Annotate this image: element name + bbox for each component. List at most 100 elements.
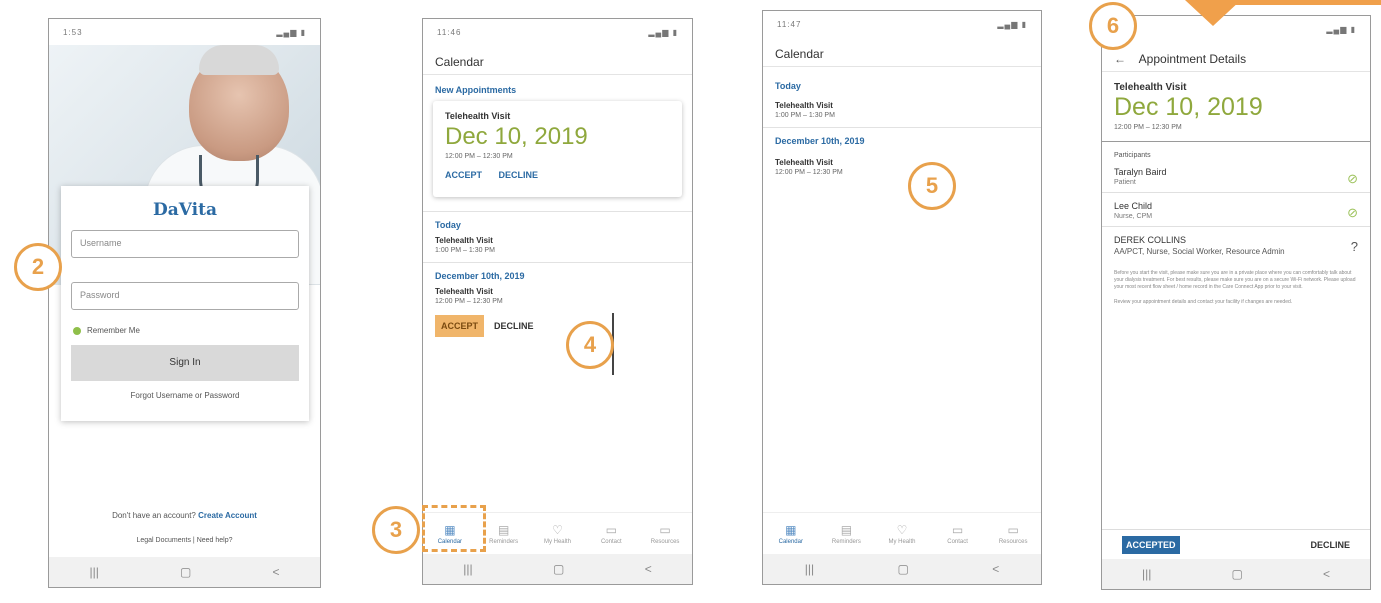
system-nav-bar: ||| ▢ <	[763, 554, 1041, 584]
tab-contact[interactable]: ▭ Contact	[933, 523, 983, 545]
tab-contact[interactable]: ▭ Contact	[586, 523, 636, 545]
participant-row: Taralyn Baird Patient ⊘	[1102, 159, 1370, 193]
status-bar: 1:53 ▂▄▆ ▮	[49, 19, 320, 45]
chat-icon: ▭	[951, 522, 964, 537]
status-icons: ▂▄▆ ▮	[997, 19, 1027, 29]
annotation-arrow-icon	[1185, 0, 1241, 26]
review-note: Review your appointment details and cont…	[1114, 299, 1293, 305]
recent-apps-icon[interactable]: |||	[90, 565, 99, 579]
back-icon[interactable]: <	[992, 562, 999, 576]
step-badge-4: 4	[566, 321, 614, 369]
create-account-link[interactable]: Create Account	[198, 511, 257, 520]
list-item[interactable]: Telehealth Visit 12:00 PM – 12:30 PM	[423, 287, 692, 305]
date-header: December 10th, 2019	[775, 136, 865, 146]
reminders-icon: ▤	[498, 522, 510, 537]
tab-resources[interactable]: ▭ Resources	[988, 523, 1038, 545]
home-icon[interactable]: ▢	[553, 562, 564, 576]
resources-icon: ▭	[1007, 522, 1019, 537]
status-icons: ▂▄▆ ▮	[276, 27, 306, 37]
list-item[interactable]: Telehealth Visit 1:00 PM – 1:30 PM	[423, 236, 692, 254]
remember-me-toggle[interactable]: Remember Me	[73, 326, 297, 335]
appointment-time: 12:00 PM – 12:30 PM	[1114, 124, 1182, 131]
accept-button-highlighted[interactable]: ACCEPT	[435, 315, 485, 337]
step-badge-5: 5	[908, 162, 956, 210]
legal-documents-link[interactable]: Legal Documents	[136, 537, 190, 544]
remember-me-label: Remember Me	[87, 326, 140, 335]
tab-my-health[interactable]: ♡ My Health	[877, 523, 927, 545]
bottom-tab-bar: ▦ Calendar ▤ Reminders ♡ My Health ▭ Contact…	[763, 512, 1041, 554]
response-buttons: ACCEPTED DECLINE	[1102, 529, 1370, 559]
recent-apps-icon[interactable]: |||	[805, 562, 814, 576]
step-badge-2: 2	[14, 243, 62, 291]
decline-button[interactable]: DECLINE	[499, 170, 539, 180]
resources-icon: ▭	[659, 522, 671, 537]
calendar-icon: ▦	[785, 522, 797, 537]
visit-instructions: Before you start the visit, please make …	[1114, 270, 1356, 290]
recent-apps-icon[interactable]: |||	[463, 562, 472, 576]
accepted-check-icon: ⊘	[1347, 205, 1358, 220]
forgot-credentials-link[interactable]: Forgot Username or Password	[61, 391, 309, 400]
tab-my-health[interactable]: ♡ My Health	[532, 523, 582, 545]
accept-button[interactable]: ACCEPT	[445, 170, 482, 180]
system-nav-bar: ||| ▢ <	[1102, 559, 1370, 589]
status-bar: 11:47 ▂▄▆ ▮	[763, 11, 1041, 37]
back-icon[interactable]: <	[272, 565, 279, 579]
today-header: Today	[435, 220, 461, 230]
need-help-link[interactable]: Need help?	[197, 537, 233, 544]
recent-apps-icon[interactable]: |||	[1142, 567, 1151, 581]
participant-row: Lee Child Nurse, CPM ⊘	[1102, 193, 1370, 227]
login-card: DaVita Username Password Remember Me Sig…	[61, 186, 309, 421]
page-title: Calendar	[423, 45, 692, 75]
password-input[interactable]: Password	[71, 282, 299, 310]
heart-icon: ♡	[552, 522, 563, 537]
list-item[interactable]: Telehealth Visit 12:00 PM – 12:30 PM	[763, 158, 1041, 176]
home-icon[interactable]: ▢	[1232, 567, 1243, 581]
appointment-type: Telehealth Visit	[1114, 82, 1187, 93]
appointment-date: Dec 10, 2019	[1114, 93, 1263, 121]
login-screen: 1:53 ▂▄▆ ▮ DaVita Username Password Reme…	[48, 18, 321, 588]
calendar-screen-new: 11:46 ▂▄▆ ▮ Calendar New Appointments Te…	[422, 18, 693, 585]
back-arrow-icon[interactable]: ←	[1114, 52, 1126, 66]
back-icon[interactable]: <	[645, 562, 652, 576]
status-time: 11:46	[437, 27, 462, 37]
step-badge-3: 3	[372, 506, 420, 554]
page-title: Appointment Details	[1138, 52, 1247, 66]
decline-button[interactable]: DECLINE	[1310, 540, 1350, 550]
system-nav-bar: ||| ▢ <	[49, 557, 320, 587]
today-header: Today	[775, 81, 801, 91]
tab-calendar[interactable]: ▦ Calendar	[766, 523, 816, 545]
reminders-icon: ▤	[840, 522, 853, 537]
pending-question-icon: ?	[1350, 239, 1358, 254]
status-time: 11:47	[777, 19, 802, 29]
check-icon	[73, 326, 81, 335]
annotation-arrow-bar	[1230, 0, 1381, 5]
page-title: Calendar	[763, 37, 1041, 67]
participant-row: DEREK COLLINS AA/PCT, Nurse, Social Work…	[1114, 235, 1358, 256]
list-item[interactable]: Telehealth Visit 1:00 PM – 1:30 PM	[763, 101, 1041, 119]
chat-icon: ▭	[605, 522, 617, 537]
back-icon[interactable]: <	[1323, 567, 1330, 581]
username-input[interactable]: Username	[71, 230, 299, 258]
sign-in-button[interactable]: Sign In	[71, 345, 299, 381]
tab-reminders[interactable]: ▤ Reminders	[479, 523, 529, 545]
tab-resources[interactable]: ▭ Resources	[640, 523, 690, 545]
home-icon[interactable]: ▢	[180, 565, 191, 579]
accepted-check-icon: ⊘	[1347, 171, 1358, 186]
appointment-date: Dec 10, 2019	[445, 123, 588, 150]
appointment-type: Telehealth Visit	[445, 111, 511, 121]
heart-icon: ♡	[896, 522, 908, 537]
accepted-button[interactable]: ACCEPTED	[1122, 535, 1180, 554]
create-account-row: Don't have an account? Create Account	[49, 511, 320, 520]
legal-row: Legal Documents | Need help?	[136, 537, 233, 544]
tab-reminders[interactable]: ▤ Reminders	[821, 523, 871, 545]
home-icon[interactable]: ▢	[897, 562, 908, 576]
calendar-screen-accepted: 11:47 ▂▄▆ ▮ Calendar Today Telehealth Vi…	[762, 10, 1042, 585]
new-appointment-card[interactable]: Telehealth Visit Dec 10, 2019 12:00 PM –…	[433, 101, 682, 197]
date-header: December 10th, 2019	[435, 271, 525, 281]
no-account-text: Don't have an account?	[112, 511, 196, 520]
system-nav-bar: ||| ▢ <	[423, 554, 692, 584]
status-icons: ▂▄▆ ▮	[648, 27, 678, 37]
decline-button[interactable]: DECLINE	[494, 321, 534, 331]
status-bar: 11:46 ▂▄▆ ▮	[423, 19, 692, 45]
status-icons: ▂▄▆ ▮	[1326, 24, 1356, 34]
